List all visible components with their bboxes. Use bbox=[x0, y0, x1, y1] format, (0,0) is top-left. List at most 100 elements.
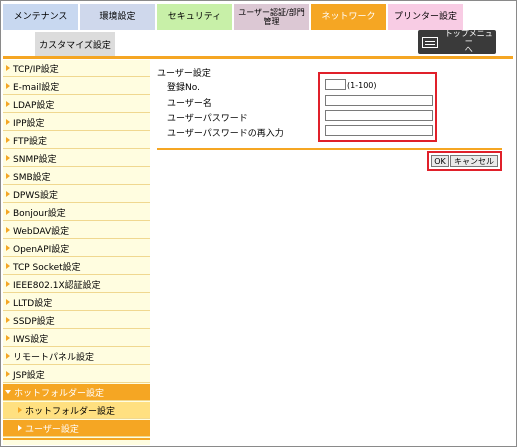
user-name-input[interactable] bbox=[325, 95, 433, 106]
chevron-down-icon bbox=[5, 390, 11, 394]
tab-printer[interactable]: プリンター設定 bbox=[388, 4, 463, 30]
chevron-right-icon bbox=[6, 227, 10, 233]
chevron-right-icon bbox=[6, 155, 10, 161]
cancel-button[interactable]: キャンセル bbox=[450, 155, 498, 167]
customize-label: カスタマイズ設定 bbox=[39, 40, 111, 51]
sidebar-item-tcpip[interactable]: TCP/IP設定 bbox=[3, 60, 150, 77]
tab-user-auth[interactable]: ユーザー認証/部門 管理 bbox=[234, 4, 309, 30]
password-label: ユーザーパスワード bbox=[167, 114, 248, 124]
sidebar-item-label: IEEE802.1X認証設定 bbox=[13, 280, 101, 291]
sidebar-item-ftp[interactable]: FTP設定 bbox=[3, 132, 150, 149]
chevron-right-icon bbox=[6, 281, 10, 287]
chevron-right-icon bbox=[6, 101, 10, 107]
reg-no-input[interactable] bbox=[325, 79, 346, 90]
chevron-right-icon bbox=[6, 137, 10, 143]
tab-network[interactable]: ネットワーク bbox=[311, 4, 386, 30]
chevron-right-icon bbox=[6, 191, 10, 197]
tab-maintenance[interactable]: メンテナンス bbox=[3, 4, 78, 30]
sidebar-item-label: TCP Socket設定 bbox=[13, 262, 81, 273]
tab-security[interactable]: セキュリティ bbox=[157, 4, 232, 30]
sidebar-item-smb[interactable]: SMB設定 bbox=[3, 168, 150, 185]
top-menu-label: トップメニューへ bbox=[442, 30, 496, 54]
sidebar-item-label: WebDAV設定 bbox=[13, 226, 70, 237]
chevron-right-icon bbox=[6, 209, 10, 215]
sidebar-item-label: DPWS設定 bbox=[13, 190, 58, 201]
reg-no-hint: (1-100) bbox=[347, 81, 377, 90]
sidebar-item-remote-panel[interactable]: リモートパネル設定 bbox=[3, 348, 150, 365]
tab-label-line2: 管理 bbox=[263, 17, 280, 26]
sidebar-item-label: TCP/IP設定 bbox=[13, 64, 59, 75]
tab-label: ユーザー認証/部門 管理 bbox=[238, 8, 305, 26]
sidebar-subitem-user-settings[interactable]: ユーザー設定 bbox=[3, 420, 150, 437]
sidebar-item-snmp[interactable]: SNMP設定 bbox=[3, 150, 150, 167]
ok-button[interactable]: OK bbox=[431, 155, 449, 167]
sidebar-item-label: IWS設定 bbox=[13, 334, 49, 345]
reg-no-label: 登録No. bbox=[167, 83, 200, 93]
top-menu-button[interactable]: トップメニューへ bbox=[418, 30, 496, 54]
sidebar-item-hotfolder[interactable]: ホットフォルダー設定 bbox=[3, 384, 150, 401]
sidebar-item-label: ホットフォルダー設定 bbox=[14, 388, 105, 399]
sidebar-item-label: リモートパネル設定 bbox=[13, 352, 95, 363]
sidebar-item-ldap[interactable]: LDAP設定 bbox=[3, 96, 150, 113]
chevron-right-icon bbox=[6, 335, 10, 341]
password-confirm-input[interactable] bbox=[325, 125, 433, 136]
chevron-right-icon bbox=[6, 371, 10, 377]
sidebar-item-label: JSP設定 bbox=[13, 370, 45, 381]
main-tabs: メンテナンス 環境設定 セキュリティ ユーザー認証/部門 管理 ネットワーク プリ… bbox=[3, 4, 465, 30]
top-menu-line2: へ bbox=[464, 45, 473, 54]
sidebar-item-label: FTP設定 bbox=[13, 136, 47, 147]
password-input[interactable] bbox=[325, 110, 433, 121]
sidebar-item-label: E-mail設定 bbox=[13, 82, 60, 93]
sidebar-item-lltd[interactable]: LLTD設定 bbox=[3, 294, 150, 311]
section-title: ユーザー設定 bbox=[157, 69, 211, 79]
chevron-right-icon bbox=[6, 263, 10, 269]
chevron-right-icon bbox=[18, 425, 22, 431]
user-name-label: ユーザー名 bbox=[167, 99, 212, 109]
menu-icon bbox=[422, 36, 438, 48]
password-confirm-label: ユーザーパスワードの再入力 bbox=[167, 129, 284, 139]
sidebar-item-dpws[interactable]: DPWS設定 bbox=[3, 186, 150, 203]
tab-environment[interactable]: 環境設定 bbox=[80, 4, 155, 30]
chevron-right-icon bbox=[6, 299, 10, 305]
chevron-right-icon bbox=[6, 245, 10, 251]
chevron-right-icon bbox=[6, 65, 10, 71]
tab-label-line1: ユーザー認証/部門 bbox=[238, 8, 305, 17]
sidebar-item-tcp-socket[interactable]: TCP Socket設定 bbox=[3, 258, 150, 275]
sidebar-subitem-hotfolder[interactable]: ホットフォルダー設定 bbox=[3, 402, 150, 419]
sidebar-item-label: OpenAPI設定 bbox=[13, 244, 70, 255]
chevron-right-icon bbox=[6, 119, 10, 125]
tab-label: セキュリティ bbox=[167, 11, 222, 22]
header-divider bbox=[3, 56, 513, 59]
tab-label: プリンター設定 bbox=[393, 11, 457, 22]
sidebar-item-jsp[interactable]: JSP設定 bbox=[3, 366, 150, 383]
top-menu-line1: トップメニュー bbox=[444, 29, 493, 46]
customize-button[interactable]: カスタマイズ設定 bbox=[35, 32, 115, 56]
sidebar-item-webdav[interactable]: WebDAV設定 bbox=[3, 222, 150, 239]
chevron-right-icon bbox=[6, 317, 10, 323]
sub-toolbar: カスタマイズ設定 トップメニューへ bbox=[3, 30, 511, 56]
sidebar-item-ssdp[interactable]: SSDP設定 bbox=[3, 312, 150, 329]
sidebar-item-bonjour[interactable]: Bonjour設定 bbox=[3, 204, 150, 221]
sidebar-item-label: LLTD設定 bbox=[13, 298, 53, 309]
sidebar-item-label: SNMP設定 bbox=[13, 154, 57, 165]
sidebar-item-openapi[interactable]: OpenAPI設定 bbox=[3, 240, 150, 257]
sidebar-item-ieee8021x[interactable]: IEEE802.1X認証設定 bbox=[3, 276, 150, 293]
sidebar-item-label: ユーザー設定 bbox=[25, 424, 79, 435]
sidebar-item-label: SMB設定 bbox=[13, 172, 51, 183]
tab-label: ネットワーク bbox=[321, 11, 376, 22]
sidebar-item-ipp[interactable]: IPP設定 bbox=[3, 114, 150, 131]
chevron-right-icon bbox=[6, 83, 10, 89]
tab-label: 環境設定 bbox=[99, 11, 136, 22]
sidebar-item-label: IPP設定 bbox=[13, 118, 45, 129]
sidebar-bottom-divider bbox=[3, 438, 150, 440]
sidebar-item-email[interactable]: E-mail設定 bbox=[3, 78, 150, 95]
sidebar-item-iws[interactable]: IWS設定 bbox=[3, 330, 150, 347]
tab-label: メンテナンス bbox=[13, 11, 68, 22]
sidebar-item-label: Bonjour設定 bbox=[13, 208, 66, 219]
chevron-right-icon bbox=[6, 173, 10, 179]
chevron-right-icon bbox=[6, 353, 10, 359]
chevron-right-icon bbox=[18, 407, 22, 413]
form-divider bbox=[157, 148, 502, 150]
sidebar-item-label: LDAP設定 bbox=[13, 100, 55, 111]
sidebar-item-label: ホットフォルダー設定 bbox=[25, 406, 116, 417]
